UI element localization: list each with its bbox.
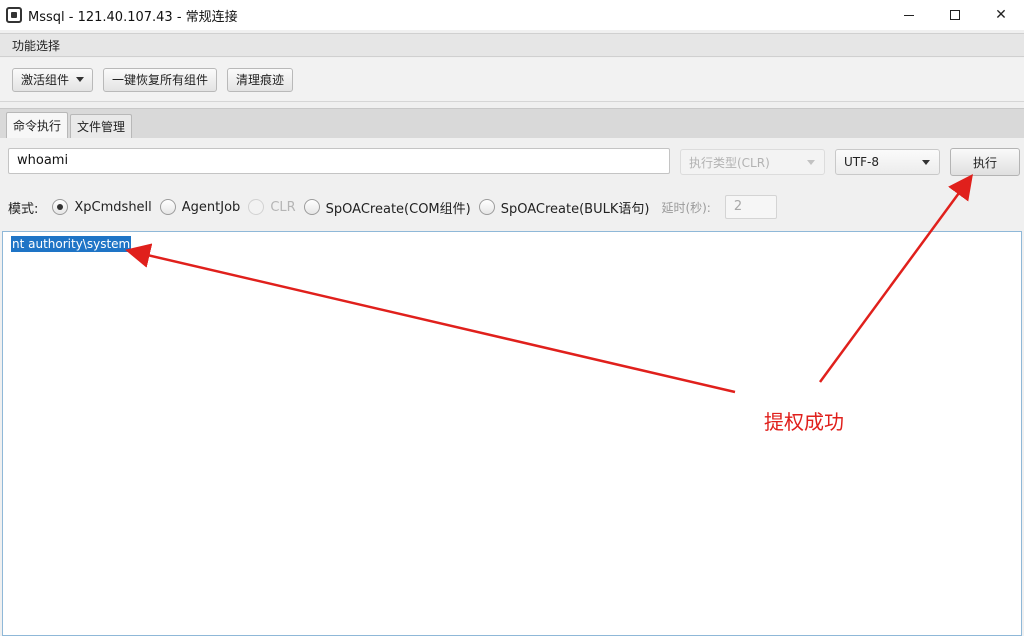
close-icon: ✕ — [995, 7, 1007, 23]
function-menu: 功能选择 — [0, 33, 1024, 57]
command-input[interactable]: whoami — [8, 148, 670, 174]
mode-option-spoacreate-bulk[interactable]: SpOACreate(BULK语句) — [478, 198, 650, 217]
mode-option-label: XpCmdshell — [74, 199, 152, 215]
app-icon — [6, 7, 22, 23]
maximize-icon — [950, 10, 960, 20]
mode-option-label: CLR — [270, 199, 296, 215]
encoding-label: UTF-8 — [844, 155, 879, 169]
mode-option-label: SpOACreate(COM组件) — [325, 201, 471, 217]
restore-all-label: 一键恢复所有组件 — [112, 73, 209, 87]
radio-checked-icon[interactable] — [52, 199, 69, 215]
mode-option-spoacreate-com[interactable]: SpOACreate(COM组件) — [303, 198, 471, 217]
delay-input[interactable]: 2 — [724, 195, 777, 219]
mode-label: 模式: — [8, 201, 39, 217]
tab-file-manager-label: 文件管理 — [77, 120, 126, 134]
chevron-down-icon — [807, 160, 815, 165]
mode-option-label: SpOACreate(BULK语句) — [500, 201, 650, 217]
title-bar: Mssql - 121.40.107.43 - 常规连接 ✕ — [0, 0, 1024, 30]
window-title: Mssql - 121.40.107.43 - 常规连接 — [28, 9, 238, 25]
execute-button[interactable]: 执行 — [950, 148, 1020, 176]
mode-option-label: AgentJob — [181, 199, 241, 215]
encoding-select[interactable]: UTF-8 — [835, 149, 940, 175]
exec-type-label: 执行类型(CLR) — [689, 155, 770, 170]
activate-component-button[interactable]: 激活组件 — [12, 67, 94, 92]
chevron-down-icon — [922, 160, 930, 165]
mode-option-xpcmdshell[interactable]: XpCmdshell — [52, 199, 152, 215]
tab-command-exec-label: 命令执行 — [13, 119, 62, 133]
clean-traces-button[interactable]: 清理痕迹 — [227, 67, 294, 92]
clean-traces-label: 清理痕迹 — [236, 73, 285, 87]
radio-icon[interactable] — [478, 199, 495, 215]
radio-icon[interactable] — [159, 199, 176, 215]
window-controls: ✕ — [886, 0, 1024, 30]
delay-label: 延时(秒): — [661, 200, 711, 215]
tab-file-manager[interactable]: 文件管理 — [70, 114, 133, 138]
exec-type-select[interactable]: 执行类型(CLR) — [680, 149, 825, 175]
annotation-text: 提权成功 — [764, 410, 844, 434]
execute-label: 执行 — [972, 155, 997, 170]
output-text: nt authority\system — [11, 236, 132, 252]
mode-row: 模式: XpCmdshell AgentJob CLR SpOACreate(C… — [0, 190, 1024, 224]
radio-icon[interactable] — [248, 199, 265, 215]
maximize-button[interactable] — [932, 0, 978, 30]
toolbar: 激活组件 一键恢复所有组件 清理痕迹 — [0, 58, 1024, 102]
mode-option-agentjob[interactable]: AgentJob — [159, 199, 241, 215]
radio-icon[interactable] — [303, 199, 320, 215]
command-row: whoami 执行类型(CLR) UTF-8 执行 — [0, 138, 1024, 188]
minimize-icon — [904, 14, 914, 16]
restore-all-button[interactable]: 一键恢复所有组件 — [103, 67, 218, 92]
tab-bar: 命令执行 文件管理 — [0, 108, 1024, 138]
tab-command-exec[interactable]: 命令执行 — [6, 112, 69, 138]
output-area[interactable]: nt authority\system — [2, 231, 1022, 636]
chevron-down-icon — [76, 77, 85, 82]
function-menu-label[interactable]: 功能选择 — [12, 37, 60, 54]
close-button[interactable]: ✕ — [978, 0, 1024, 30]
activate-component-label: 激活组件 — [21, 73, 70, 87]
minimize-button[interactable] — [886, 0, 932, 30]
mode-option-clr[interactable]: CLR — [248, 199, 296, 215]
